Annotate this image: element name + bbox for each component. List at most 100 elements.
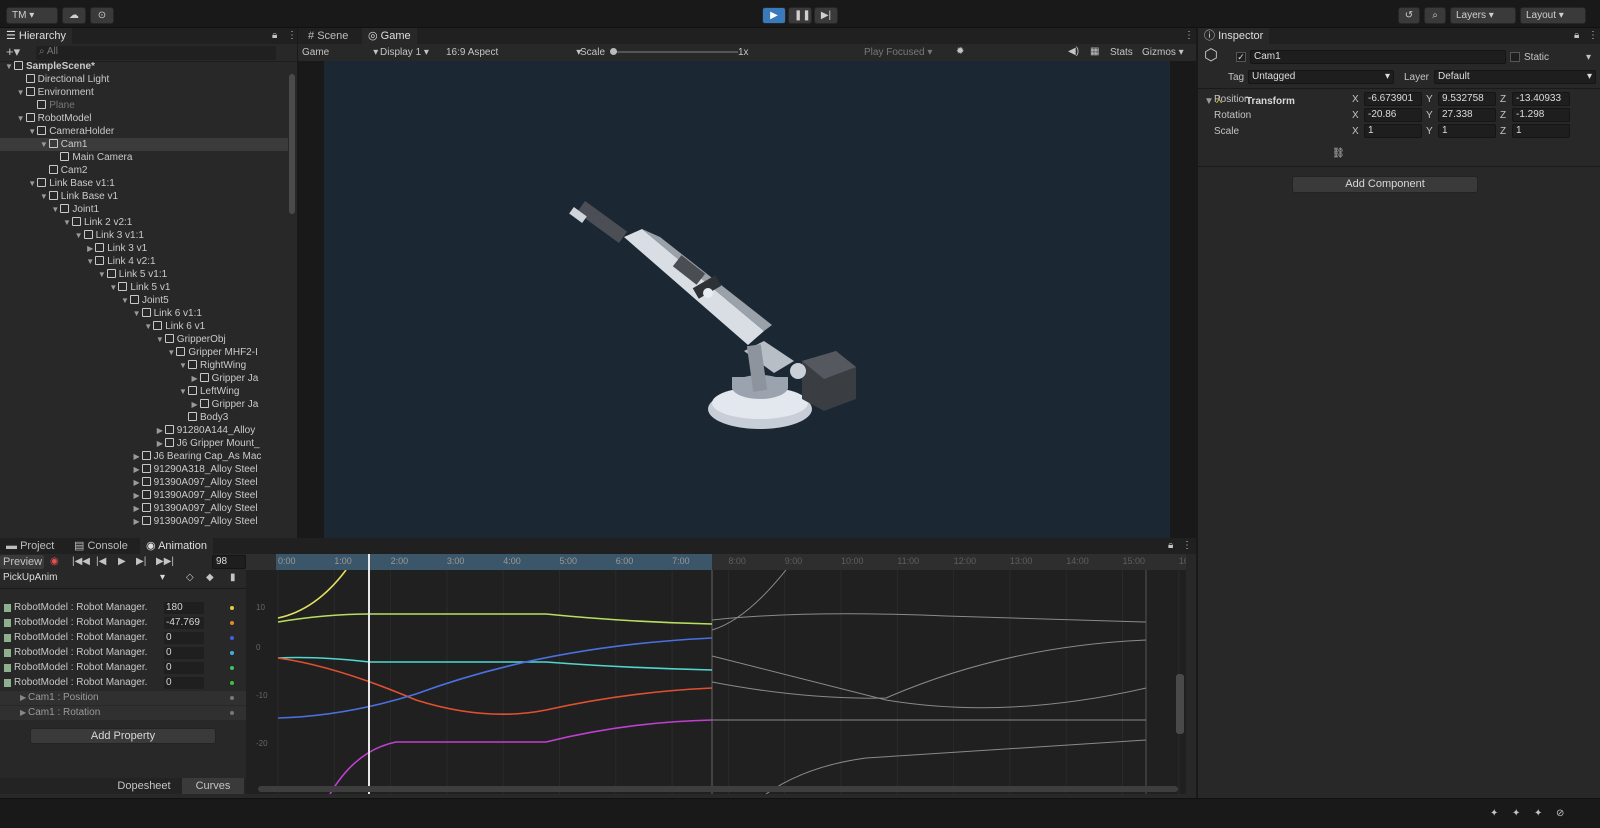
foldout-arrow-icon[interactable]: ▼ <box>97 268 107 281</box>
property-value-field[interactable]: 0 <box>164 677 204 689</box>
hierarchy-row[interactable]: ▼ Link 6 v1 <box>0 320 288 333</box>
hierarchy-row[interactable]: ▶ 91280A144_Alloy <box>0 424 288 437</box>
foldout-arrow-icon[interactable]: ▼ <box>108 281 118 294</box>
tab-inspector[interactable]: ⓘ Inspector <box>1198 28 1270 44</box>
property-group-label[interactable]: Cam1 : Position <box>28 691 99 705</box>
layers-dropdown[interactable]: Layers ▾ <box>1450 7 1516 24</box>
curves-editor[interactable]: 0:00 1:00 2:00 3:00 4:00 5:00 6:00 7:00 8:00 9:00… <box>246 554 1186 794</box>
history-icon[interactable]: ↺ <box>1398 7 1420 24</box>
hierarchy-row[interactable]: ▼ Link 5 v1 <box>0 281 288 294</box>
animation-curve[interactable] <box>711 639 1147 699</box>
hierarchy-row[interactable]: Plane <box>0 99 288 112</box>
frame-field[interactable]: 98 <box>212 555 246 569</box>
transform-x-field[interactable]: 1 <box>1364 124 1422 138</box>
status-icon-d[interactable]: ⊘ <box>1556 808 1564 820</box>
hierarchy-row[interactable]: ▼ Link 4 v2:1 <box>0 255 288 268</box>
add-component-button[interactable]: Add Component <box>1292 176 1478 193</box>
foldout-arrow-icon[interactable]: ▼ <box>27 177 37 190</box>
foldout-arrow-icon[interactable]: ▼ <box>50 203 60 216</box>
transform-z-field[interactable]: 1 <box>1512 124 1570 138</box>
foldout-arrow-icon[interactable]: ▼ <box>62 216 72 229</box>
add-object-button[interactable]: +▾ <box>6 45 20 58</box>
gizmos-dropdown[interactable]: Gizmos ▾ <box>1142 47 1184 59</box>
hierarchy-row[interactable]: ▼ Link 6 v1:1 <box>0 307 288 320</box>
stats-button[interactable]: Stats <box>1110 47 1133 59</box>
foldout-arrow-icon[interactable]: ▼ <box>178 385 188 398</box>
foldout-arrow-icon[interactable]: ▶ <box>132 463 142 476</box>
animation-curve[interactable] <box>277 656 713 671</box>
group-foldout-icon[interactable]: ▶ <box>20 692 26 704</box>
hierarchy-row[interactable]: ▶ 91390A097_Alloy Steel <box>0 515 288 528</box>
property-value-field[interactable]: 0 <box>164 647 204 659</box>
foldout-arrow-icon[interactable]: ▶ <box>190 398 200 411</box>
foldout-arrow-icon[interactable]: ▶ <box>155 437 165 450</box>
account-dropdown[interactable]: TM ▾ <box>6 7 58 24</box>
hierarchy-scrollbar[interactable] <box>289 74 295 214</box>
scale-link-icon[interactable]: ⛓ <box>1332 148 1345 160</box>
static-checkbox[interactable] <box>1510 52 1520 62</box>
foldout-arrow-icon[interactable]: ▼ <box>132 307 142 320</box>
property-label[interactable]: RobotModel : Robot Manager. <box>14 631 147 645</box>
property-label[interactable]: RobotModel : Robot Manager. <box>14 601 147 615</box>
hierarchy-row[interactable]: ▼ Link 5 v1:1 <box>0 268 288 281</box>
hierarchy-row[interactable]: ▶ J6 Bearing Cap_As Mac <box>0 450 288 463</box>
property-label[interactable]: RobotModel : Robot Manager. <box>14 616 147 630</box>
hierarchy-row[interactable]: Main Camera <box>0 151 288 164</box>
search-icon[interactable]: ⌕ <box>1424 7 1446 24</box>
foldout-arrow-icon[interactable]: ▼ <box>16 86 26 99</box>
last-frame-icon[interactable]: ▶▶| <box>156 556 174 568</box>
hierarchy-row[interactable]: ▶ Gripper Ja <box>0 372 288 385</box>
play-button[interactable]: ▶ <box>762 7 786 24</box>
step-button[interactable]: ▶| <box>814 7 838 24</box>
hierarchy-row[interactable]: ▼ Environment <box>0 86 288 99</box>
hierarchy-row[interactable]: ▼ Link Base v1 <box>0 190 288 203</box>
add-property-button[interactable]: Add Property <box>30 728 216 744</box>
clip-dropdown[interactable]: PickUpAnim ▾ <box>0 572 168 586</box>
foldout-arrow-icon[interactable]: ▶ <box>85 242 95 255</box>
animation-curve[interactable] <box>711 613 1147 623</box>
hierarchy-row[interactable]: Cam2 <box>0 164 288 177</box>
tab-scene[interactable]: # Scene <box>302 28 354 44</box>
foldout-arrow-icon[interactable]: ▼ <box>155 333 165 346</box>
anim-lock-icon[interactable]: 🔒︎ <box>1168 540 1173 552</box>
anim-menu-icon[interactable]: ⋮ <box>1182 540 1192 552</box>
hierarchy-row[interactable]: ▶ Link 3 v1 <box>0 242 288 255</box>
hierarchy-row[interactable]: ▼ GripperObj <box>0 333 288 346</box>
dopesheet-button[interactable]: Dopesheet <box>106 778 182 794</box>
animation-curve[interactable] <box>329 719 713 794</box>
foldout-arrow-icon[interactable]: ▶ <box>132 450 142 463</box>
hierarchy-row[interactable]: ▶ 91290A318_Alloy Steel <box>0 463 288 476</box>
property-value-field[interactable]: 0 <box>164 632 204 644</box>
hierarchy-row[interactable]: ▶ J6 Gripper Mount_ <box>0 437 288 450</box>
foldout-arrow-icon[interactable]: ▼ <box>39 190 49 203</box>
curves-button[interactable]: Curves <box>182 778 244 794</box>
tab-console[interactable]: ▤ Console <box>68 538 134 554</box>
foldout-arrow-icon[interactable]: ▼ <box>85 255 95 268</box>
property-label[interactable]: RobotModel : Robot Manager. <box>14 661 147 675</box>
status-icon-c[interactable]: ✦ <box>1534 808 1542 820</box>
first-frame-icon[interactable]: |◀◀ <box>72 556 90 568</box>
play-anim-icon[interactable]: ▶ <box>118 556 126 568</box>
animation-curve[interactable] <box>277 613 713 625</box>
pause-button[interactable]: ❚❚ <box>788 7 812 24</box>
tag-dropdown[interactable]: Untagged ▾ <box>1248 70 1394 84</box>
animation-curve[interactable] <box>277 637 713 719</box>
hierarchy-row[interactable]: ▼ SampleScene* <box>0 60 288 73</box>
property-value-field[interactable]: -47.769 <box>164 617 204 629</box>
scale-slider[interactable] <box>612 51 738 53</box>
transform-z-field[interactable]: -1.298 <box>1512 108 1570 122</box>
foldout-arrow-icon[interactable]: ▼ <box>120 294 130 307</box>
game-viewport[interactable] <box>324 61 1170 538</box>
audio-icon[interactable]: ◀) <box>1068 46 1079 58</box>
menu-icon[interactable]: ⋮ <box>287 30 297 42</box>
property-value-field[interactable]: 180 <box>164 602 204 614</box>
cloud-icon[interactable]: ☁ <box>62 7 86 24</box>
hierarchy-row[interactable]: ▼ RightWing <box>0 359 288 372</box>
inspector-menu-icon[interactable]: ⋮ <box>1588 30 1598 42</box>
property-group-label[interactable]: Cam1 : Rotation <box>28 706 100 720</box>
transform-y-field[interactable]: 9.532758 <box>1438 92 1496 106</box>
timeline-ruler[interactable]: 0:00 1:00 2:00 3:00 4:00 5:00 6:00 7:00 8:00 9:00… <box>246 554 1186 570</box>
foldout-arrow-icon[interactable]: ▼ <box>39 138 49 151</box>
foldout-arrow-icon[interactable]: ▶ <box>132 476 142 489</box>
transform-x-field[interactable]: -20.86 <box>1364 108 1422 122</box>
